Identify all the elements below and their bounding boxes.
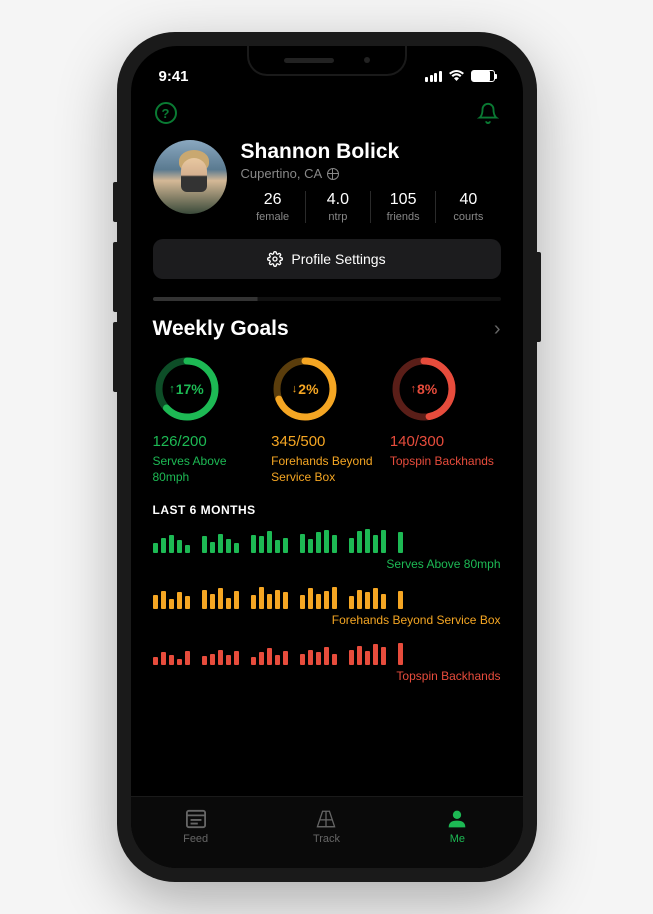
globe-icon: [327, 168, 339, 180]
profile-stats: 26 female 4.0 ntrp 105 friends 40: [241, 191, 501, 223]
help-button[interactable]: ?: [153, 100, 179, 126]
bell-icon: [477, 102, 499, 124]
me-icon: [444, 808, 470, 830]
signal-icon: [425, 71, 442, 82]
status-time: 9:41: [159, 68, 189, 85]
wifi-icon: [448, 70, 465, 82]
notch: [247, 46, 407, 76]
profile-location: Cupertino, CA: [241, 166, 501, 181]
track-icon: [313, 808, 339, 830]
sparkline-1: Forehands Beyond Service Box: [153, 583, 501, 627]
goal-0[interactable]: ↑17% 126/200 Serves Above 80mph: [153, 355, 264, 485]
goal-2[interactable]: ↑8% 140/300 Topspin Backhands: [390, 355, 501, 485]
avatar[interactable]: [153, 140, 227, 214]
phone-frame: 9:41 ? Shannon Bolick: [117, 32, 537, 882]
goal-1[interactable]: ↓2% 345/500 Forehands Beyond Service Box: [271, 355, 382, 485]
sparkline-0: Serves Above 80mph: [153, 527, 501, 571]
feed-icon: [183, 808, 209, 830]
screen: 9:41 ? Shannon Bolick: [131, 46, 523, 868]
tab-me[interactable]: Me: [444, 808, 470, 845]
notifications-button[interactable]: [475, 100, 501, 126]
chevron-right-icon: ›: [494, 318, 501, 341]
profile-header: Shannon Bolick Cupertino, CA 26 female 4…: [153, 140, 501, 223]
profile-name: Shannon Bolick: [241, 140, 501, 164]
help-icon: ?: [155, 102, 177, 124]
history-title: LAST 6 MONTHS: [153, 503, 501, 517]
tab-feed[interactable]: Feed: [183, 808, 209, 845]
section-divider: [153, 297, 501, 301]
profile-settings-button[interactable]: Profile Settings: [153, 239, 501, 279]
stat-ntrp: 4.0 ntrp: [306, 191, 371, 223]
stat-friends[interactable]: 105 friends: [371, 191, 436, 223]
weekly-goals-header[interactable]: Weekly Goals ›: [153, 317, 501, 341]
tab-track[interactable]: Track: [313, 808, 340, 845]
stat-age-gender: 26 female: [241, 191, 306, 223]
gear-icon: [267, 251, 283, 267]
sparkline-2: Topspin Backhands: [153, 639, 501, 683]
battery-icon: [471, 70, 495, 82]
stat-courts[interactable]: 40 courts: [436, 191, 500, 223]
tab-bar: Feed Track Me: [131, 796, 523, 868]
weekly-goals-title: Weekly Goals: [153, 317, 289, 341]
